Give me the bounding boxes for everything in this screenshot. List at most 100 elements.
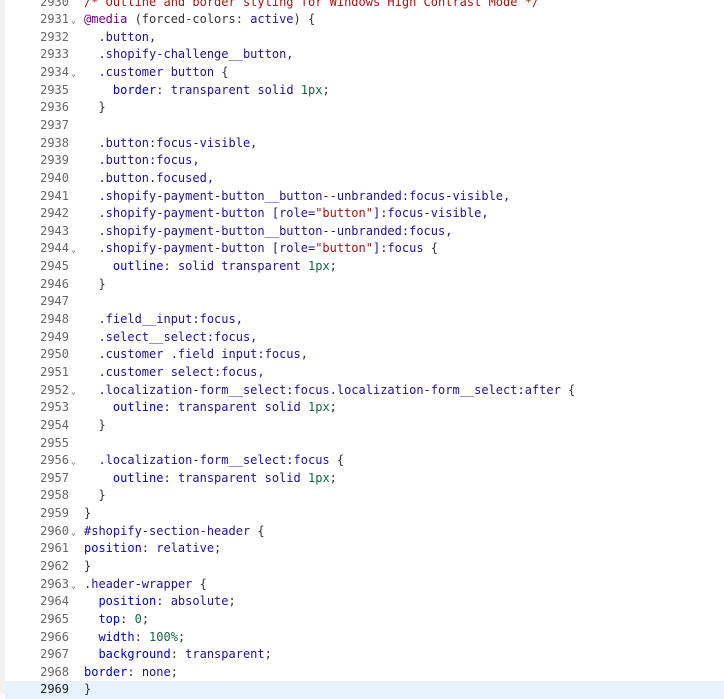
- fold-chevron-icon[interactable]: ⌄: [71, 383, 76, 401]
- fold-chevron-icon[interactable]: ⌄: [71, 241, 76, 259]
- code-line[interactable]: 2930 /* Outline and border styling for Wi…: [5, 0, 724, 11]
- code-line[interactable]: 2957 outline: transparent solid 1px;: [5, 470, 724, 488]
- code-line[interactable]: 2962}: [5, 558, 724, 576]
- code-text[interactable]: }: [84, 417, 105, 435]
- code-text[interactable]: .select__select:focus,: [84, 329, 257, 347]
- fold-chevron-icon[interactable]: ⌄: [71, 577, 76, 595]
- code-line[interactable]: 2949 .select__select:focus,: [5, 329, 724, 347]
- code-text[interactable]: outline: transparent solid 1px;: [84, 470, 337, 488]
- code-text[interactable]: .customer .field input:focus,: [84, 346, 308, 364]
- code-line[interactable]: 2969}: [5, 681, 724, 699]
- code-text[interactable]: .button:focus-visible,: [84, 135, 257, 153]
- code-line[interactable]: 2960 ⌄ #shopify-section-header {: [5, 523, 724, 541]
- code-text[interactable]: /* Outline and border styling for Window…: [84, 0, 539, 11]
- code-line[interactable]: 2943 .shopify-payment-button__button--un…: [5, 223, 724, 241]
- code-line[interactable]: 2954 }: [5, 417, 724, 435]
- code-token: .select__select:focus,: [84, 329, 258, 344]
- code-line[interactable]: 2951 .customer select:focus,: [5, 364, 724, 382]
- code-text[interactable]: border: none;: [84, 664, 178, 682]
- code-text[interactable]: .localization-form__select:focus.localiz…: [84, 382, 575, 400]
- code-line[interactable]: 2961 position: relative;: [5, 540, 724, 558]
- code-token: transparent solid: [177, 400, 301, 415]
- code-line[interactable]: 2968 border: none;: [5, 664, 724, 682]
- code-text[interactable]: #shopify-section-header {: [84, 523, 265, 541]
- code-text[interactable]: .shopify-challenge__button,: [84, 46, 293, 64]
- code-text[interactable]: .header-wrapper {: [84, 576, 207, 594]
- code-lines[interactable]: 2930 /* Outline and border styling for Wi…: [5, 0, 724, 699]
- code-line[interactable]: 2965 top: 0;: [5, 611, 724, 629]
- code-line[interactable]: 2950 .customer .field input:focus,: [5, 346, 724, 364]
- code-text[interactable]: @media (forced-colors: active) {: [84, 11, 315, 29]
- code-text[interactable]: .button,: [84, 29, 156, 47]
- fold-chevron-icon[interactable]: ⌄: [71, 65, 76, 83]
- code-text[interactable]: position: relative;: [84, 540, 221, 558]
- code-line[interactable]: 2956 ⌄ .localization-form__select:focus {: [5, 452, 724, 470]
- code-text[interactable]: .shopify-payment-button__button--unbrand…: [84, 223, 452, 241]
- code-text[interactable]: }: [84, 558, 91, 576]
- code-text[interactable]: }: [84, 487, 105, 505]
- code-line[interactable]: 2941 .shopify-payment-button__button--un…: [5, 188, 724, 206]
- line-number: 2943: [40, 223, 69, 238]
- code-token: position: [98, 594, 157, 609]
- code-editor[interactable]: 2930 /* Outline and border styling for Wi…: [0, 0, 724, 699]
- code-line[interactable]: 2955: [5, 435, 724, 453]
- code-line[interactable]: 2939 .button:focus,: [5, 152, 724, 170]
- code-line[interactable]: 2948 .field__input:focus,: [5, 311, 724, 329]
- fold-chevron-icon[interactable]: ⌄: [71, 12, 76, 30]
- code-token: /* Outline and border styling for Window…: [84, 0, 540, 9]
- code-line[interactable]: 2952 ⌄ .localization-form__select:focus.l…: [5, 382, 724, 400]
- code-line[interactable]: 2963 ⌄ .header-wrapper {: [5, 576, 724, 594]
- code-line[interactable]: 2936 }: [5, 99, 724, 117]
- code-line[interactable]: 2935 border: transparent solid 1px;: [5, 82, 724, 100]
- code-line[interactable]: 2946 }: [5, 276, 724, 294]
- fold-chevron-icon[interactable]: ⌄: [71, 524, 76, 542]
- code-text[interactable]: border: transparent solid 1px;: [84, 82, 330, 100]
- code-text[interactable]: }: [84, 99, 105, 117]
- code-text[interactable]: .localization-form__select:focus {: [84, 452, 344, 470]
- code-line[interactable]: 2959}: [5, 505, 724, 523]
- line-number: 2962: [40, 559, 69, 573]
- code-text[interactable]: }: [84, 276, 105, 294]
- code-text[interactable]: outline: transparent solid 1px;: [84, 399, 337, 417]
- code-line[interactable]: 2944 ⌄ .shopify-payment-button [role="but…: [5, 240, 724, 258]
- code-token: :: [141, 541, 157, 556]
- code-text[interactable]: }: [84, 505, 91, 523]
- code-line[interactable]: 2966 width: 100%;: [5, 629, 724, 647]
- code-token: active: [250, 12, 294, 27]
- code-line[interactable]: 2933 .shopify-challenge__button,: [5, 46, 724, 64]
- code-line[interactable]: 2940 .button.focused,: [5, 170, 724, 188]
- code-text[interactable]: .customer button {: [84, 64, 228, 82]
- line-number: 2949: [40, 329, 69, 344]
- code-text[interactable]: width: 100%;: [84, 629, 185, 647]
- code-text[interactable]: .button.focused,: [84, 170, 214, 188]
- code-text[interactable]: position: absolute;: [84, 593, 235, 611]
- code-text[interactable]: background: transparent;: [84, 646, 271, 664]
- code-line[interactable]: 2953 outline: transparent solid 1px;: [5, 399, 724, 417]
- code-text[interactable]: .field__input:focus,: [84, 311, 243, 329]
- code-line[interactable]: 2958 }: [5, 487, 724, 505]
- code-text[interactable]: }: [84, 681, 91, 699]
- code-line[interactable]: 2947: [5, 293, 724, 311]
- code-text[interactable]: .button:focus,: [84, 152, 199, 170]
- code-line[interactable]: 2938 .button:focus-visible,: [5, 135, 724, 153]
- code-text[interactable]: .customer select:focus,: [84, 364, 264, 382]
- code-text[interactable]: .shopify-payment-button [role="button"]:…: [84, 240, 438, 258]
- code-text[interactable]: outline: solid transparent 1px;: [84, 258, 337, 276]
- code-line[interactable]: 2934 ⌄ .customer button {: [5, 64, 724, 82]
- line-number: 2931: [40, 12, 69, 27]
- code-text[interactable]: .shopify-payment-button [role="button"]:…: [84, 205, 488, 223]
- code-line[interactable]: 2964 position: absolute;: [5, 593, 724, 611]
- code-line[interactable]: 2945 outline: solid transparent 1px;: [5, 258, 724, 276]
- code-line[interactable]: 2967 background: transparent;: [5, 646, 724, 664]
- fold-chevron-icon[interactable]: ⌄: [71, 453, 76, 471]
- code-text[interactable]: .shopify-payment-button__button--unbrand…: [84, 188, 510, 206]
- code-line[interactable]: 2932 .button,: [5, 29, 724, 47]
- code-token: @media: [84, 12, 128, 27]
- code-line[interactable]: 2942 .shopify-payment-button [role="butt…: [5, 205, 724, 223]
- code-text[interactable]: top: 0;: [84, 611, 149, 629]
- code-line[interactable]: 2937: [5, 117, 724, 135]
- code-line[interactable]: 2931 ⌄ @media (forced-colors: active) {: [5, 11, 724, 29]
- code-token: ;: [329, 400, 337, 415]
